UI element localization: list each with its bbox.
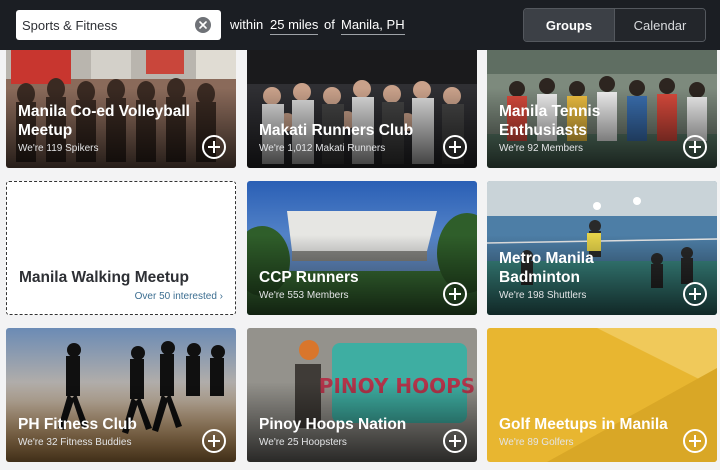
group-member-count: We're 89 Golfers	[499, 437, 574, 448]
join-plus-icon[interactable]	[443, 135, 467, 159]
view-toggle: Groups Calendar	[523, 8, 706, 42]
group-card[interactable]: Makati Runners Club We're 1,012 Makati R…	[247, 34, 477, 168]
group-title: Metro Manila Badminton	[499, 250, 594, 286]
group-title: Manila Co-ed Volleyball Meetup	[18, 103, 190, 139]
group-member-count: We're 32 Fitness Buddies	[18, 437, 132, 448]
group-member-count: We're 25 Hoopsters	[259, 437, 347, 448]
join-plus-icon[interactable]	[443, 429, 467, 453]
group-title: Golf Meetups in Manila	[499, 416, 668, 433]
group-card[interactable]: PH Fitness Club We're 32 Fitness Buddies	[6, 328, 236, 462]
group-card[interactable]: Manila Tennis Enthusiasts We're 92 Membe…	[487, 34, 717, 168]
clear-icon	[199, 21, 207, 29]
location-selector[interactable]: Manila, PH	[341, 17, 405, 35]
calendar-tab[interactable]: Calendar	[614, 9, 705, 41]
group-title: Manila Walking Meetup	[19, 269, 189, 286]
search-box	[16, 10, 221, 40]
interested-count-link[interactable]: Over 50 interested ›	[135, 291, 223, 302]
distance-selector[interactable]: 25 miles	[270, 17, 319, 35]
search-header: within 25 miles of Manila, PH Groups Cal…	[0, 0, 720, 50]
group-title: Pinoy Hoops Nation	[259, 416, 407, 433]
join-plus-icon[interactable]	[443, 282, 467, 306]
join-plus-icon[interactable]	[683, 429, 707, 453]
group-member-count: We're 198 Shuttlers	[499, 290, 587, 301]
groups-tab[interactable]: Groups	[524, 9, 614, 41]
join-plus-icon[interactable]	[202, 135, 226, 159]
group-card[interactable]: Manila Co-ed Volleyball Meetup We're 119…	[6, 34, 236, 168]
group-card[interactable]: Metro Manila Badminton We're 198 Shuttle…	[487, 181, 717, 315]
clear-search-button[interactable]	[195, 17, 211, 33]
group-member-count: We're 1,012 Makati Runners	[259, 143, 386, 154]
group-card[interactable]: Golf Meetups in Manila We're 89 Golfers	[487, 328, 717, 462]
group-card[interactable]: PINOY HOOPS Pinoy Hoops Nation We're 25 …	[247, 328, 477, 462]
group-member-count: We're 553 Members	[259, 290, 349, 301]
group-member-count: We're 119 Spikers	[18, 143, 99, 154]
join-plus-icon[interactable]	[202, 429, 226, 453]
group-title: Manila Tennis Enthusiasts	[499, 103, 601, 139]
group-title: PH Fitness Club	[18, 416, 137, 433]
within-label: within	[230, 17, 264, 32]
of-label: of	[324, 17, 335, 32]
group-member-count: We're 92 Members	[499, 143, 583, 154]
group-title: CCP Runners	[259, 269, 359, 286]
join-plus-icon[interactable]	[683, 135, 707, 159]
join-plus-icon[interactable]	[683, 282, 707, 306]
group-title: Makati Runners Club	[259, 122, 414, 139]
group-card-walking[interactable]: Manila Walking Meetup Over 50 interested…	[6, 181, 236, 315]
search-input[interactable]	[16, 10, 196, 40]
group-card[interactable]: CCP Runners We're 553 Members	[247, 181, 477, 315]
